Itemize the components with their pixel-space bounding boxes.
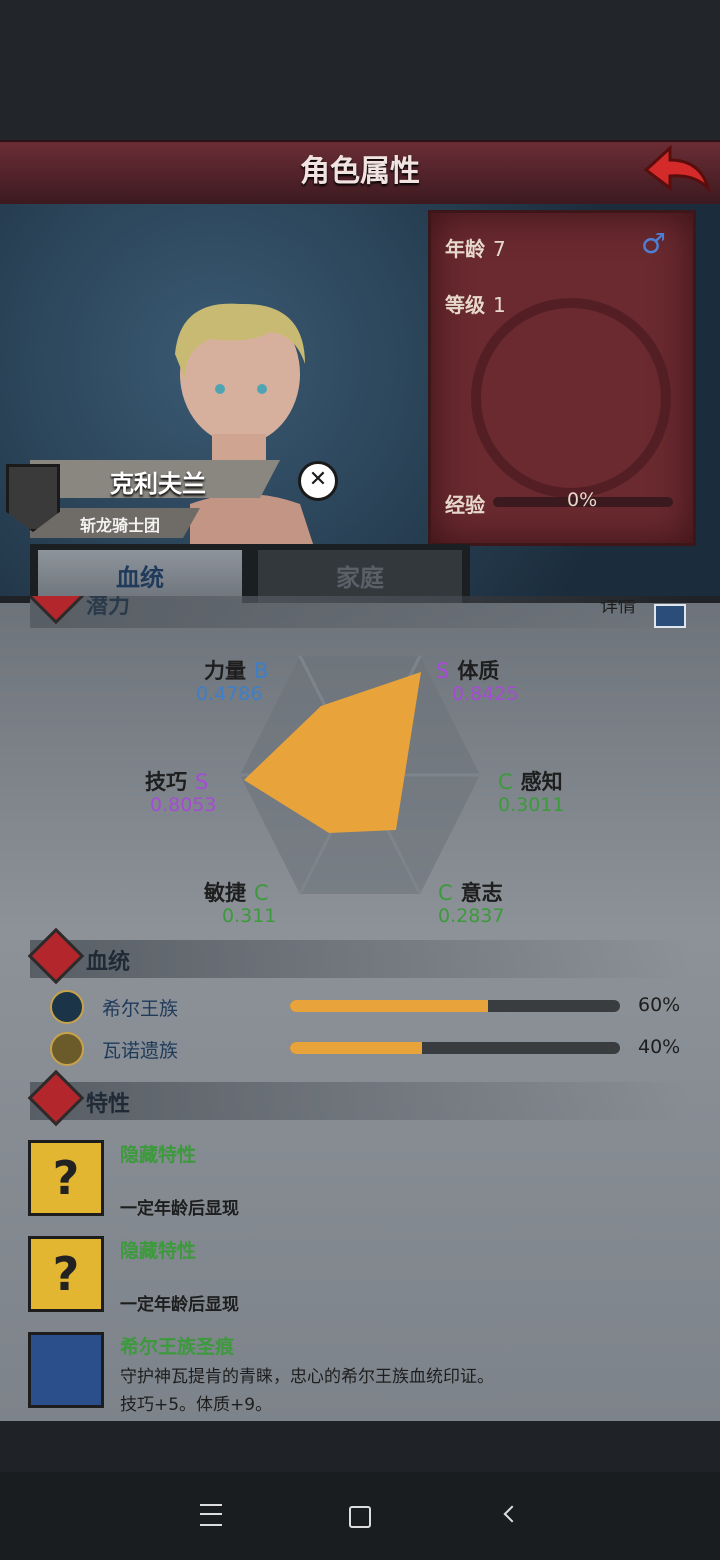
exp-label: 经验 xyxy=(445,493,485,517)
exp-row: 经验 xyxy=(445,489,485,518)
knot-emblem xyxy=(471,298,671,498)
back-button[interactable] xyxy=(640,142,714,198)
stat-perception-value: 0.3011 xyxy=(498,794,565,816)
stat-constitution-grade: S xyxy=(436,659,450,683)
question-mark-icon: ? xyxy=(28,1236,104,1312)
details-toggle[interactable]: 详情 xyxy=(600,600,690,628)
bloodline-name: 希尔王族 xyxy=(102,998,179,1020)
stat-strength-value: 0.4786 xyxy=(196,683,263,705)
stat-constitution: S 体质 xyxy=(428,655,499,685)
info-banner: 年龄 7 ♂ 等级 1 经验 0% xyxy=(428,210,696,546)
bloodline-fill xyxy=(290,1000,488,1012)
stat-constitution-name: 体质 xyxy=(457,659,500,683)
bloodline-percent: 60% xyxy=(638,994,681,1016)
trait-title: 隐藏特性 xyxy=(120,1144,197,1166)
stat-strength: 力量 B xyxy=(204,655,276,685)
tab-bloodline-label: 血统 xyxy=(116,564,164,592)
character-name: 克利夫兰 xyxy=(110,470,206,498)
status-area xyxy=(0,0,720,140)
exp-percent: 0% xyxy=(567,489,598,511)
bloodline-label: 血统 xyxy=(86,950,131,975)
trait-effect: 技巧+5。体质+9。 xyxy=(120,1395,273,1415)
stat-agility: 敏捷 C xyxy=(204,877,277,907)
potential-label: 潜力 xyxy=(86,596,131,619)
stat-skill-name: 技巧 xyxy=(145,770,187,794)
close-icon: ✕ xyxy=(308,467,328,492)
star-emblem-icon xyxy=(50,1032,84,1066)
bloodline-row: 瓦诺遗族 40% xyxy=(50,1032,690,1066)
level-row: 等级 1 xyxy=(445,289,506,318)
stat-perception-name: 感知 xyxy=(520,770,563,794)
page-title: 角色属性 xyxy=(300,154,420,189)
stat-strength-grade: B xyxy=(254,659,269,683)
level-label: 等级 xyxy=(445,293,485,317)
question-mark-icon: ? xyxy=(28,1140,104,1216)
stat-agility-name: 敏捷 xyxy=(204,881,246,905)
tab-family-label: 家庭 xyxy=(336,564,384,592)
bloodline-row: 希尔王族 60% xyxy=(50,990,690,1024)
stat-perception-grade: C xyxy=(498,770,513,794)
stat-will-name: 意志 xyxy=(460,881,503,905)
age-row: 年龄 7 xyxy=(445,233,506,262)
details-label: 详情 xyxy=(600,600,636,617)
trait-title: 隐藏特性 xyxy=(120,1240,197,1262)
menu-icon[interactable] xyxy=(200,1504,222,1526)
nameplate: 克利夫兰 斩龙骑士团 xyxy=(0,460,290,540)
trait-title: 希尔王族圣痕 xyxy=(120,1336,235,1358)
male-icon: ♂ xyxy=(641,227,667,260)
potential-icon xyxy=(30,596,85,625)
royal-crest-icon xyxy=(50,990,84,1024)
checkbox-icon xyxy=(654,604,686,628)
stat-constitution-value: 0.8425 xyxy=(452,683,519,705)
trait-desc: 一定年龄后显现 xyxy=(120,1199,239,1219)
potential-header: 潜力 xyxy=(30,596,690,628)
traits-header: 特性 xyxy=(27,1069,690,1127)
traits-label: 特性 xyxy=(86,1092,131,1117)
bloodline-fill xyxy=(290,1042,422,1054)
bloodline-name: 瓦诺遗族 xyxy=(102,1040,179,1062)
title-bar: 角色属性 xyxy=(0,140,720,206)
potential-radar-chart xyxy=(240,655,480,895)
bloodline-bar xyxy=(290,1042,620,1054)
age-value: 7 xyxy=(493,237,506,261)
stat-skill-value: 0.8053 xyxy=(150,794,217,816)
stat-agility-value: 0.311 xyxy=(222,905,277,927)
trait-item[interactable]: ? 隐藏特性 一定年龄后显现 xyxy=(28,1236,688,1322)
level-value: 1 xyxy=(493,293,506,317)
trait-desc: 一定年龄后显现 xyxy=(120,1295,239,1315)
stat-skill: 技巧 S xyxy=(145,766,216,796)
stat-will: C 意志 xyxy=(430,877,503,907)
home-icon[interactable] xyxy=(349,1506,371,1528)
stat-strength-name: 力量 xyxy=(204,659,246,683)
stat-will-grade: C xyxy=(438,881,453,905)
bloodline-header: 血统 xyxy=(27,927,690,985)
age-label: 年龄 xyxy=(445,237,485,261)
back-nav-icon[interactable] xyxy=(503,1505,521,1523)
stat-will-value: 0.2837 xyxy=(438,905,505,927)
trait-desc: 守护神瓦提肯的青睐，忠心的希尔王族血统印证。 xyxy=(120,1367,494,1387)
stat-skill-grade: S xyxy=(195,770,209,794)
tab-bar: 血统 家庭 xyxy=(30,544,470,606)
system-nav-bar xyxy=(0,1472,720,1560)
trait-item[interactable]: ? 隐藏特性 一定年龄后显现 xyxy=(28,1140,688,1226)
stigma-icon xyxy=(28,1332,104,1408)
bloodline-percent: 40% xyxy=(638,1036,681,1058)
dismiss-button[interactable]: ✕ xyxy=(298,461,338,501)
stat-perception: C 感知 xyxy=(490,766,563,796)
bloodline-bar xyxy=(290,1000,620,1012)
stat-agility-grade: C xyxy=(254,881,269,905)
back-arrow-icon xyxy=(643,144,712,194)
order-name: 斩龙骑士团 xyxy=(80,516,161,535)
trait-item[interactable]: 希尔王族圣痕 守护神瓦提肯的青睐，忠心的希尔王族血统印证。 技巧+5。体质+9。 xyxy=(28,1332,688,1418)
